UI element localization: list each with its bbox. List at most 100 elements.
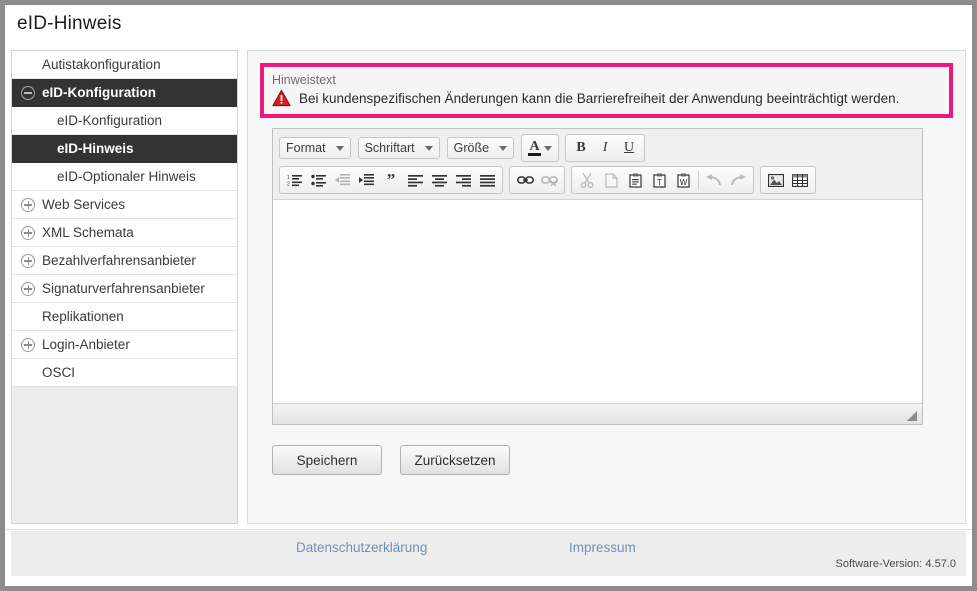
hint-box: Hinweistext Bei kundenspezifischen Änder… [260,63,953,118]
toolbar-row-2: 12 ” [279,166,918,194]
clipboard-group: T W [571,166,754,194]
hint-label: Hinweistext [272,73,941,87]
sidebar-item-label: Replikationen [42,309,124,324]
fontsize-select[interactable]: Größe [447,137,514,159]
page-footer: Datenschutzerklärung Impressum Software-… [5,529,972,586]
privacy-link[interactable]: Datenschutzerklärung [296,540,427,555]
page-title: eID-Hinweis [17,13,122,34]
fontsize-select-label: Größe [454,141,489,155]
sidebar-item-label: XML Schemata [42,225,134,240]
unlink-icon[interactable] [537,169,561,191]
outdent-icon[interactable] [331,169,355,191]
reset-button[interactable]: Zurücksetzen [400,445,510,475]
app-viewport: eID-Hinweis Autistakonfiguration eID-Konf… [5,5,972,586]
sidebar-item-label: Autistakonfiguration [42,57,161,72]
fontname-select-label: Schriftart [365,141,415,155]
resize-grip-icon[interactable] [907,411,917,421]
text-style-group: B I U [565,134,645,162]
expand-plus-icon[interactable] [21,338,35,352]
link-icon[interactable] [513,169,537,191]
warning-triangle-icon [272,89,291,107]
numbered-list-icon[interactable]: 12 [283,169,307,191]
chevron-down-icon [336,146,344,151]
sidebar-item-eid-hinweis[interactable]: eID-Hinweis [12,135,237,163]
indent-icon[interactable] [355,169,379,191]
cut-icon[interactable] [575,169,599,191]
editor-status-bar [273,403,922,424]
expand-plus-icon[interactable] [21,254,35,268]
chevron-down-icon [544,146,552,151]
insert-group [760,166,816,194]
text-color-label: A [528,140,540,156]
underline-label: U [624,140,634,156]
sidebar-item-osci[interactable]: OSCI [12,359,237,387]
paste-as-text-icon[interactable]: T [647,169,671,191]
sidebar-item-web-services[interactable]: Web Services [12,191,237,219]
italic-button[interactable]: I [593,137,617,159]
undo-icon[interactable] [702,169,726,191]
italic-label: I [603,140,608,156]
format-select[interactable]: Format [279,137,351,159]
rich-text-editor: Format Schriftart Größe [272,128,923,425]
text-color-group: A [521,134,559,162]
footer-bar: Datenschutzerklärung Impressum Software-… [11,531,966,576]
underline-button[interactable]: U [617,137,641,159]
sidebar-item-label: eID-Konfiguration [42,85,156,100]
sidebar-item-autistakonfiguration[interactable]: Autistakonfiguration [12,51,237,79]
bold-button[interactable]: B [569,137,593,159]
sidebar-item-login-anbieter[interactable]: Login-Anbieter [12,331,237,359]
sidebar-item-xml-schemata[interactable]: XML Schemata [12,219,237,247]
fontname-select[interactable]: Schriftart [358,137,440,159]
text-color-button[interactable]: A [525,137,555,159]
svg-text:T: T [657,178,662,187]
expand-plus-icon[interactable] [21,198,35,212]
content-panel: Hinweistext Bei kundenspezifischen Änder… [247,50,966,524]
sidebar-item-label: OSCI [42,365,75,380]
sidebar-item-label: Bezahlverfahrensanbieter [42,253,196,268]
sidebar-item-bezahlverfahrensanbieter[interactable]: Bezahlverfahrensanbieter [12,247,237,275]
sidebar-item-label: Signaturverfahrensanbieter [42,281,205,296]
paste-from-word-icon[interactable]: W [671,169,695,191]
align-right-icon[interactable] [451,169,475,191]
toolbar-separator [698,171,699,189]
paragraph-group: 12 ” [279,166,503,194]
align-left-icon[interactable] [403,169,427,191]
align-justify-icon[interactable] [475,169,499,191]
sidebar-item-replikationen[interactable]: Replikationen [12,303,237,331]
svg-text:1: 1 [287,175,290,181]
sidebar-nav: Autistakonfiguration eID-Konfiguration eID… [12,51,237,387]
editor-toolbar: Format Schriftart Größe [273,129,922,200]
svg-text:W: W [679,178,687,187]
sidebar-item-eid-konfiguration[interactable]: eID-Konfiguration [12,107,237,135]
sidebar-item-label: eID-Konfiguration [57,113,162,128]
toolbar-row-1: Format Schriftart Größe [279,134,918,162]
body-wrapper: Autistakonfiguration eID-Konfiguration eID… [5,47,972,586]
sidebar: Autistakonfiguration eID-Konfiguration eID… [11,50,238,524]
chevron-down-icon [425,146,433,151]
sidebar-item-label: eID-Hinweis [57,141,134,156]
expand-plus-icon[interactable] [21,226,35,240]
expand-plus-icon[interactable] [21,282,35,296]
editor-content-area[interactable] [273,200,922,403]
chevron-down-icon [499,146,507,151]
sidebar-item-eid-optionaler-hinweis[interactable]: eID-Optionaler Hinweis [12,163,237,191]
redo-icon[interactable] [726,169,750,191]
save-button[interactable]: Speichern [272,445,382,475]
blockquote-icon[interactable]: ” [379,169,403,191]
sidebar-item-signaturverfahrensanbieter[interactable]: Signaturverfahrensanbieter [12,275,237,303]
table-icon[interactable] [788,169,812,191]
svg-text:2: 2 [287,182,290,188]
bold-label: B [576,140,585,156]
hint-text: Bei kundenspezifischen Änderungen kann d… [299,91,899,106]
paste-icon[interactable] [623,169,647,191]
sidebar-item-eid-konfiguration[interactable]: eID-Konfiguration [12,79,237,107]
collapse-minus-icon[interactable] [21,86,35,100]
page-header: eID-Hinweis [5,5,972,47]
form-actions: Speichern Zurücksetzen [272,445,965,475]
link-group [509,166,565,194]
align-center-icon[interactable] [427,169,451,191]
copy-icon[interactable] [599,169,623,191]
image-icon[interactable] [764,169,788,191]
bulleted-list-icon[interactable] [307,169,331,191]
imprint-link[interactable]: Impressum [569,540,636,555]
